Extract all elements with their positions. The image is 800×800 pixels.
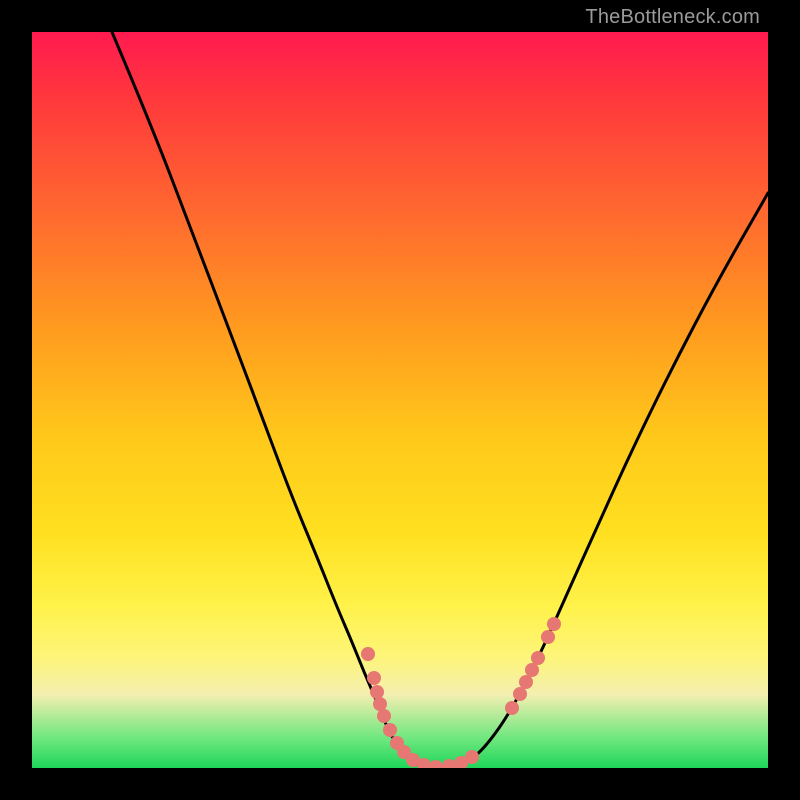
- chart-frame: TheBottleneck.com: [0, 0, 800, 800]
- marker-dot: [367, 671, 381, 685]
- marker-dot: [370, 685, 384, 699]
- marker-dot: [547, 617, 561, 631]
- marker-dot: [383, 723, 397, 737]
- marker-dot: [429, 760, 443, 768]
- marker-dot: [513, 687, 527, 701]
- marker-dot: [442, 759, 456, 768]
- marker-dot: [361, 647, 375, 661]
- marker-dot: [465, 750, 479, 764]
- watermark-text: TheBottleneck.com: [585, 6, 760, 29]
- marker-dot: [519, 675, 533, 689]
- plot-area: [32, 32, 768, 768]
- marker-dot: [505, 701, 519, 715]
- marker-dot: [373, 697, 387, 711]
- marker-dot: [531, 651, 545, 665]
- marker-dot: [525, 663, 539, 677]
- marker-dot: [541, 630, 555, 644]
- curve-markers: [32, 32, 768, 768]
- marker-dot: [377, 709, 391, 723]
